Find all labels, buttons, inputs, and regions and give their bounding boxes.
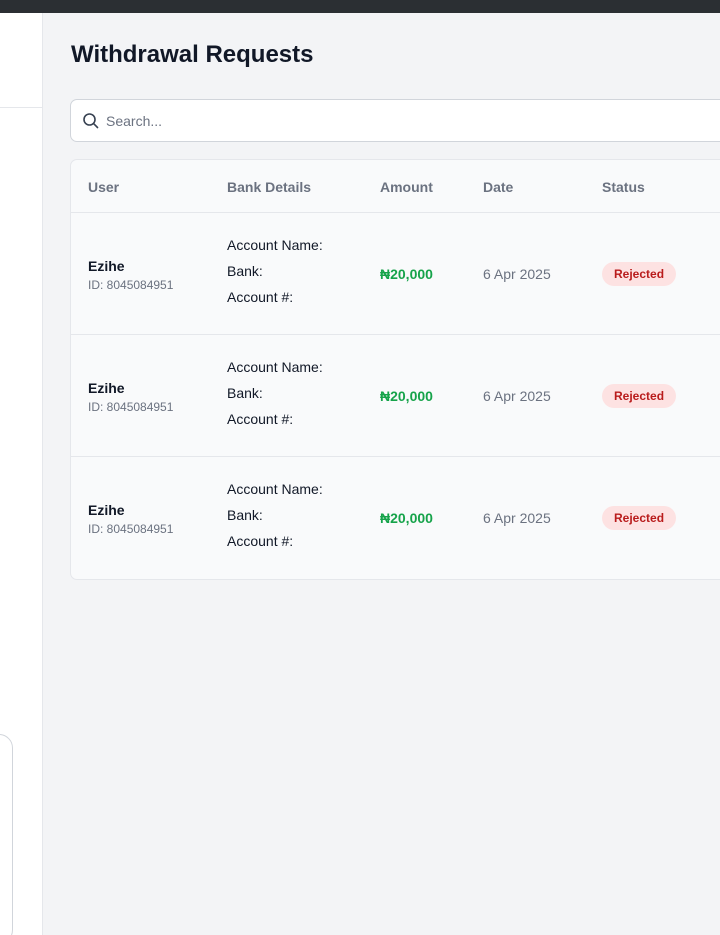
bank-account-name-label: Account Name:	[227, 359, 323, 375]
bank-name-label: Bank:	[227, 507, 263, 523]
table-row[interactable]: Ezihe ID: 8045084951 Account Name: Bank:…	[71, 457, 720, 579]
user-id: ID: 8045084951	[88, 522, 174, 536]
column-header-amount: Amount	[380, 179, 433, 195]
main-content: Withdrawal Requests User Bank Details Am…	[44, 13, 720, 935]
date: 6 Apr 2025	[483, 266, 551, 282]
amount: ₦20,000	[380, 266, 433, 282]
search-input[interactable]	[106, 100, 706, 141]
table-row[interactable]: Ezihe ID: 8045084951 Account Name: Bank:…	[71, 213, 720, 335]
table-row[interactable]: Ezihe ID: 8045084951 Account Name: Bank:…	[71, 335, 720, 457]
user-id: ID: 8045084951	[88, 400, 174, 414]
search-icon	[82, 112, 100, 130]
bank-name-label: Bank:	[227, 263, 263, 279]
amount: ₦20,000	[380, 388, 433, 404]
user-name: Ezihe	[88, 258, 125, 274]
status-badge: Rejected	[602, 384, 677, 408]
user-name: Ezihe	[88, 502, 125, 518]
table-header: User Bank Details Amount Date Status	[71, 160, 720, 213]
bank-account-name-label: Account Name:	[227, 481, 323, 497]
column-header-date: Date	[483, 179, 514, 195]
page-title: Withdrawal Requests	[71, 41, 314, 68]
date: 6 Apr 2025	[483, 510, 551, 526]
bank-name-label: Bank:	[227, 385, 263, 401]
status-badge: Rejected	[602, 262, 677, 286]
withdrawals-table: User Bank Details Amount Date Status Ezi…	[70, 159, 720, 580]
column-header-bank-details: Bank Details	[227, 179, 312, 195]
top-bar	[0, 0, 720, 13]
user-id: ID: 8045084951	[88, 278, 174, 292]
amount: ₦20,000	[380, 510, 433, 526]
user-name: Ezihe	[88, 380, 125, 396]
bank-account-number-label: Account #:	[227, 411, 294, 427]
sidebar	[0, 13, 43, 935]
sidebar-divider	[0, 107, 43, 108]
column-header-status: Status	[602, 179, 645, 195]
status-badge: Rejected	[602, 506, 677, 530]
bank-account-number-label: Account #:	[227, 289, 294, 305]
bank-account-name-label: Account Name:	[227, 237, 323, 253]
date: 6 Apr 2025	[483, 388, 551, 404]
sidebar-card	[0, 734, 13, 935]
bank-account-number-label: Account #:	[227, 533, 294, 549]
column-header-user: User	[88, 179, 120, 195]
search-bar[interactable]	[70, 99, 720, 142]
